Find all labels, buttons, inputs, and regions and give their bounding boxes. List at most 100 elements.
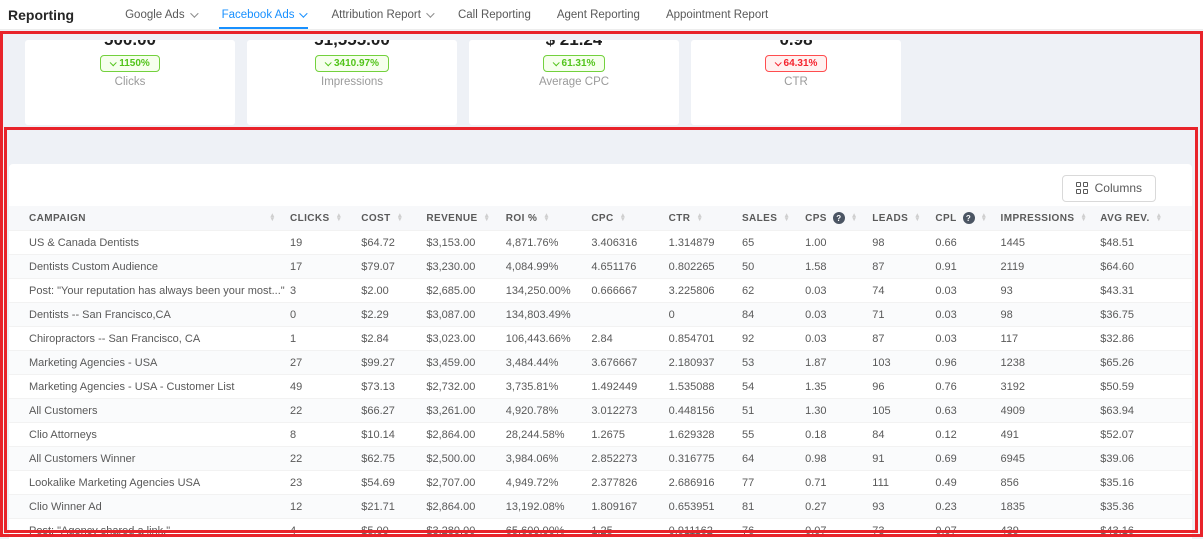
column-header-cpl[interactable]: CPL?▲▼ [935,206,1000,231]
kpi-change-value: 61.31% [562,58,596,69]
sort-icon[interactable]: ▲▼ [851,214,858,223]
value-cell: 1.629328 [669,423,742,447]
value-cell: 4.651176 [591,255,668,279]
table-row: Lookalike Marketing Agencies USA23$54.69… [9,471,1192,495]
value-cell: 0 [669,303,742,327]
value-cell: 0.448156 [669,399,742,423]
value-cell: 6945 [1001,447,1101,471]
sort-icon[interactable]: ▲▼ [397,214,404,223]
nav-tab-appointment-report[interactable]: Appointment Report [653,0,781,29]
value-cell: 0.07 [935,519,1000,539]
value-cell: 0.911162 [669,519,742,539]
value-cell: 3.406316 [591,231,668,255]
sort-icon[interactable]: ▲▼ [1156,214,1163,223]
sort-icon[interactable]: ▲▼ [543,214,550,223]
value-cell: 1445 [1001,231,1101,255]
arrow-down-icon [774,59,781,66]
value-cell: 4,871.76% [506,231,592,255]
help-icon[interactable]: ? [963,212,975,224]
top-nav: Reporting Google AdsFacebook AdsAttribut… [0,0,1203,30]
value-cell: 3.676667 [591,351,668,375]
value-cell: 3 [290,279,361,303]
kpi-card-average-cpc: $ 21.2461.31%Average CPC [469,40,679,125]
sort-icon[interactable]: ▲▼ [981,214,988,223]
sort-icon[interactable]: ▲▼ [696,214,703,223]
nav-tab-call-reporting[interactable]: Call Reporting [445,0,544,29]
value-cell: 0.316775 [669,447,742,471]
help-icon[interactable]: ? [833,212,845,224]
value-cell: $63.94 [1100,399,1192,423]
column-label: COST [361,213,390,224]
chevron-down-icon [426,9,434,17]
campaign-cell: Post: "Your reputation has always been y… [9,279,290,303]
sort-icon[interactable]: ▲▼ [914,214,921,223]
value-cell: 3192 [1001,375,1101,399]
sort-icon[interactable]: ▲▼ [783,214,790,223]
value-cell: $2,732.00 [426,375,505,399]
nav-tab-attribution-report[interactable]: Attribution Report [318,0,445,29]
value-cell: 13,192.08% [506,495,592,519]
value-cell: 0.12 [935,423,1000,447]
table-row: All Customers Winner22$62.75$2,500.003,9… [9,447,1192,471]
value-cell: $50.59 [1100,375,1192,399]
table-row: Post: "Agency shared a link."4$5.00$3,28… [9,519,1192,539]
column-header-cpc[interactable]: CPC ▲▼ [591,206,668,231]
nav-tab-agent-reporting[interactable]: Agent Reporting [544,0,653,29]
campaign-cell: All Customers Winner [9,447,290,471]
kpi-cards: 500.001150%Clicks51,555.003410.97%Impres… [25,40,901,125]
column-header-cps[interactable]: CPS?▲▼ [805,206,872,231]
columns-button[interactable]: Columns [1062,175,1156,202]
value-cell: 2.180937 [669,351,742,375]
sort-icon[interactable]: ▲▼ [484,214,491,223]
campaign-cell: Marketing Agencies - USA [9,351,290,375]
value-cell: 0.76 [935,375,1000,399]
column-header-roi-[interactable]: ROI %▲▼ [506,206,592,231]
column-header-leads[interactable]: LEADS▲▼ [872,206,935,231]
column-label: CPC [591,213,613,224]
value-cell: 71 [872,303,935,327]
value-cell: 98 [872,231,935,255]
value-cell: 3,984.06% [506,447,592,471]
column-header-clicks[interactable]: CLICKS ▲▼ [290,206,361,231]
value-cell: 1.87 [805,351,872,375]
campaign-cell: Dentists -- San Francisco,CA [9,303,290,327]
value-cell: 2.852273 [591,447,668,471]
column-header-sales[interactable]: SALES▲▼ [742,206,805,231]
value-cell: $79.07 [361,255,426,279]
value-cell: 22 [290,399,361,423]
value-cell: $32.86 [1100,327,1192,351]
value-cell: 1.35 [805,375,872,399]
value-cell: 1.809167 [591,495,668,519]
value-cell: 117 [1001,327,1101,351]
value-cell: $52.07 [1100,423,1192,447]
value-cell: 4,084.99% [506,255,592,279]
nav-tab-google-ads[interactable]: Google Ads [112,0,208,29]
sort-icon[interactable]: ▲▼ [620,214,627,223]
value-cell: 65,600.00% [506,519,592,539]
value-cell: $21.71 [361,495,426,519]
value-cell: 0.66 [935,231,1000,255]
value-cell: 1.25 [591,519,668,539]
column-label: AVG REV. [1100,213,1149,224]
kpi-change-value: 1150% [119,58,150,69]
nav-tab-facebook-ads[interactable]: Facebook Ads [209,0,319,29]
value-cell: $43.16 [1100,519,1192,539]
column-header-impressions[interactable]: IMPRESSIONS▲▼ [1001,206,1101,231]
sort-icon[interactable]: ▲▼ [269,214,276,223]
column-label: CLICKS [290,213,330,224]
value-cell: 84 [872,423,935,447]
value-cell: 0.63 [935,399,1000,423]
value-cell: 1835 [1001,495,1101,519]
column-header-avg-rev-[interactable]: AVG REV. ▲▼ [1100,206,1192,231]
value-cell: 3,735.81% [506,375,592,399]
column-header-revenue[interactable]: REVENUE▲▼ [426,206,505,231]
kpi-change-badge: 3410.97% [315,55,389,72]
value-cell: 49 [290,375,361,399]
value-cell: 22 [290,447,361,471]
value-cell: 0.23 [935,495,1000,519]
sort-icon[interactable]: ▲▼ [336,214,343,223]
column-header-ctr[interactable]: CTR▲▼ [669,206,742,231]
column-header-campaign[interactable]: CAMPAIGN▲▼ [9,206,290,231]
sort-icon[interactable]: ▲▼ [1080,214,1087,223]
column-header-cost[interactable]: COST ▲▼ [361,206,426,231]
